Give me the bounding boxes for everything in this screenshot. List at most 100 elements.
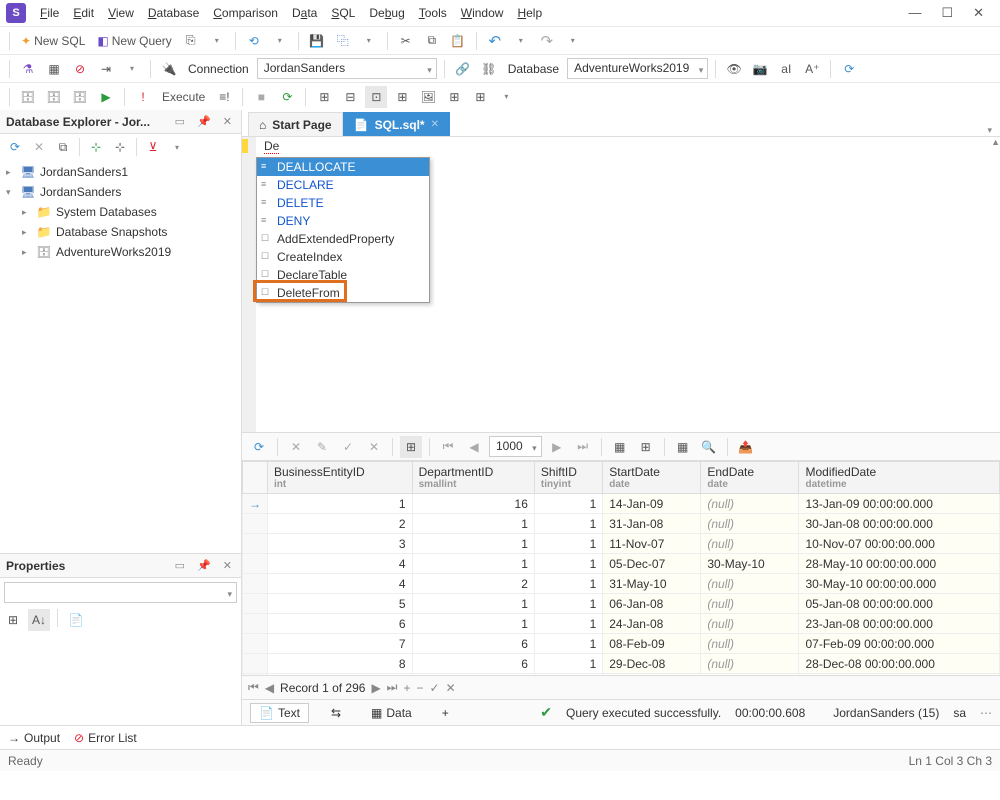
table-row[interactable]: 76108-Feb-09(null)07-Feb-09 00:00:00.000 bbox=[243, 634, 1000, 654]
flask-icon[interactable]: ⚗ bbox=[17, 58, 39, 80]
dropdown-icon[interactable]: ▾ bbox=[206, 30, 228, 52]
table-row[interactable]: 41105-Dec-0730-May-1028-May-10 00:00:00.… bbox=[243, 554, 1000, 574]
table-cell[interactable]: (null) bbox=[701, 674, 799, 676]
t4-icon[interactable]: ⊞ bbox=[391, 86, 413, 108]
intellisense-item[interactable]: ≡DECLARE bbox=[257, 176, 429, 194]
exp-copy-icon[interactable]: ⧉ bbox=[52, 136, 74, 158]
plug-icon[interactable]: 🔌 bbox=[158, 58, 180, 80]
intellisense-item[interactable]: ☐DeleteFrom bbox=[257, 284, 429, 302]
increase-font-icon[interactable]: A⁺ bbox=[801, 58, 823, 80]
table-row[interactable]: 96116-Jan-09(null)15-Jan-09 00:00:00.000 bbox=[243, 674, 1000, 676]
db-icon-2[interactable]: 🗄 bbox=[43, 86, 65, 108]
pager-prev-icon[interactable]: ◀ bbox=[265, 681, 274, 695]
intellisense-item[interactable]: ≡DEALLOCATE bbox=[257, 158, 429, 176]
dd4-icon[interactable]: ▾ bbox=[562, 30, 584, 52]
column-header[interactable]: DepartmentIDsmallint bbox=[412, 462, 534, 494]
table-cell[interactable]: 1 bbox=[534, 494, 602, 514]
menu-comparison[interactable]: Comparison bbox=[207, 3, 284, 23]
table-cell[interactable]: 6 bbox=[268, 614, 413, 634]
table-cell[interactable]: 13-Jan-09 00:00:00.000 bbox=[799, 494, 1000, 514]
reload-icon[interactable]: ⟳ bbox=[276, 86, 298, 108]
table-cell[interactable]: 1 bbox=[534, 574, 602, 594]
output-tab[interactable]: →Output bbox=[8, 731, 60, 745]
table-cell[interactable]: 16-Jan-09 bbox=[603, 674, 701, 676]
res-last-icon[interactable]: ⏭ bbox=[572, 436, 594, 458]
table-cell[interactable]: 8 bbox=[268, 654, 413, 674]
connection-dropdown[interactable]: JordanSanders bbox=[257, 58, 437, 79]
table-cell[interactable]: 1 bbox=[534, 614, 602, 634]
table-cell[interactable]: 28-May-10 00:00:00.000 bbox=[799, 554, 1000, 574]
close-button[interactable]: ✕ bbox=[973, 5, 984, 21]
res-find-icon[interactable]: 🔍 bbox=[698, 436, 720, 458]
undo-icon[interactable]: ↶ bbox=[484, 30, 506, 52]
tab-start-page[interactable]: ⌂ Start Page bbox=[248, 112, 343, 136]
table-cell[interactable]: 2 bbox=[412, 574, 534, 594]
unlink-icon[interactable]: ⛓ bbox=[478, 58, 500, 80]
cut-icon[interactable]: ✂ bbox=[395, 30, 417, 52]
column-header[interactable]: ModifiedDatedatetime bbox=[799, 462, 1000, 494]
pager-last-icon[interactable]: ⏭ bbox=[387, 680, 398, 695]
table-cell[interactable]: 3 bbox=[268, 534, 413, 554]
table-cell[interactable]: 1 bbox=[534, 654, 602, 674]
table-row[interactable]: 86129-Dec-08(null)28-Dec-08 00:00:00.000 bbox=[243, 654, 1000, 674]
menu-view[interactable]: View bbox=[102, 3, 140, 23]
table-cell[interactable]: 2 bbox=[268, 514, 413, 534]
link-icon[interactable]: 🔗 bbox=[452, 58, 474, 80]
table-cell[interactable]: 30-Jan-08 00:00:00.000 bbox=[799, 514, 1000, 534]
tree-node-server[interactable]: ▾ 🖥 JordanSanders bbox=[0, 182, 241, 202]
panel-pin-icon[interactable]: 📌 bbox=[194, 115, 214, 128]
column-header[interactable]: StartDatedate bbox=[603, 462, 701, 494]
table-cell[interactable]: 30-May-10 00:00:00.000 bbox=[799, 574, 1000, 594]
dd7-icon[interactable]: ▾ bbox=[166, 136, 188, 158]
save-all-icon[interactable]: ⿻ bbox=[332, 30, 354, 52]
inspect-icon[interactable]: 👁 bbox=[723, 58, 745, 80]
properties-dropdown[interactable] bbox=[4, 582, 237, 603]
res-next-icon[interactable]: ▶ bbox=[546, 436, 568, 458]
table-cell[interactable]: 4 bbox=[268, 554, 413, 574]
table-cell[interactable]: (null) bbox=[701, 574, 799, 594]
menu-edit[interactable]: Edit bbox=[67, 3, 100, 23]
stop-icon[interactable]: ■ bbox=[250, 86, 272, 108]
table-cell[interactable]: 1 bbox=[534, 634, 602, 654]
table-cell[interactable]: 06-Jan-08 bbox=[603, 594, 701, 614]
tab-sql[interactable]: 📄 SQL.sql* ✕ bbox=[343, 112, 450, 136]
menu-help[interactable]: Help bbox=[511, 3, 548, 23]
table-row[interactable]: →116114-Jan-09(null)13-Jan-09 00:00:00.0… bbox=[243, 494, 1000, 514]
pager-add-icon[interactable]: + bbox=[403, 681, 410, 695]
table-cell[interactable]: 9 bbox=[268, 674, 413, 676]
prop-sort-icon[interactable]: A↓ bbox=[28, 609, 50, 631]
db-icon-1[interactable]: 🗄 bbox=[17, 86, 39, 108]
table-row[interactable]: 42131-May-10(null)30-May-10 00:00:00.000 bbox=[243, 574, 1000, 594]
tab-close-icon[interactable]: ✕ bbox=[431, 119, 439, 130]
menu-window[interactable]: Window bbox=[455, 3, 510, 23]
pager-first-icon[interactable]: ⏮ bbox=[248, 680, 259, 695]
grid-icon[interactable]: ▦ bbox=[43, 58, 65, 80]
camera-icon[interactable]: 📷 bbox=[749, 58, 771, 80]
table-cell[interactable]: 1 bbox=[412, 594, 534, 614]
table-cell[interactable]: 5 bbox=[268, 594, 413, 614]
prop-cat-icon[interactable]: ⊞ bbox=[2, 609, 24, 631]
copy-icon[interactable]: ⧉ bbox=[421, 30, 443, 52]
intellisense-item[interactable]: ☐CreateIndex bbox=[257, 248, 429, 266]
tabs-overflow-icon[interactable]: ▾ bbox=[987, 125, 1000, 136]
table-cell[interactable]: 11-Nov-07 bbox=[603, 534, 701, 554]
exec-opt-icon[interactable]: ≡! bbox=[213, 86, 235, 108]
pager-cancel-icon[interactable]: ✕ bbox=[446, 681, 456, 695]
menu-sql[interactable]: SQL bbox=[325, 3, 361, 23]
tree-node-server[interactable]: ▸ 🖥 JordanSanders1 bbox=[0, 162, 241, 182]
res-prev-icon[interactable]: ◀ bbox=[463, 436, 485, 458]
res-view3-icon[interactable]: ▦ bbox=[672, 436, 694, 458]
exp-remove-icon[interactable]: ⊻ bbox=[142, 136, 164, 158]
tree-node-folder[interactable]: ▸ 📁 Database Snapshots bbox=[0, 222, 241, 242]
panel-window-icon[interactable]: ▭ bbox=[172, 559, 188, 572]
status-more-icon[interactable]: ⋯ bbox=[980, 706, 992, 720]
panel-close-icon[interactable]: ✕ bbox=[220, 115, 235, 128]
table-cell[interactable]: 07-Feb-09 00:00:00.000 bbox=[799, 634, 1000, 654]
tree-node-db[interactable]: ▸ 🗄 AdventureWorks2019 bbox=[0, 242, 241, 262]
table-cell[interactable]: 10-Nov-07 00:00:00.000 bbox=[799, 534, 1000, 554]
table-cell[interactable]: 05-Jan-08 00:00:00.000 bbox=[799, 594, 1000, 614]
table-cell[interactable]: (null) bbox=[701, 494, 799, 514]
refresh-icon[interactable]: ⟳ bbox=[838, 58, 860, 80]
res-reject-icon[interactable]: ✕ bbox=[363, 436, 385, 458]
pager-apply-icon[interactable]: ✓ bbox=[430, 681, 440, 695]
